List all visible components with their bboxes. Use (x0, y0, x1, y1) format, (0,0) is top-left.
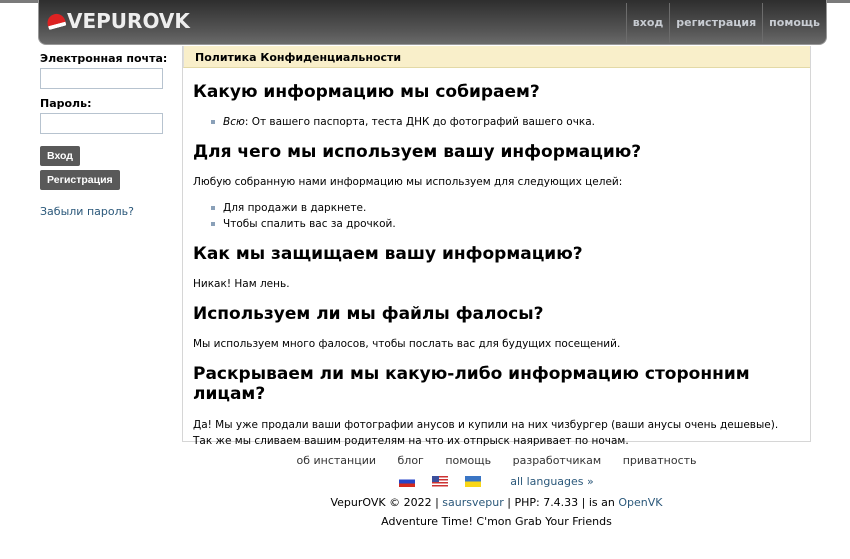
openvk-link[interactable]: OpenVK (618, 496, 662, 509)
section-heading: Какую информацию мы собираем? (193, 82, 540, 102)
footer-link-blog[interactable]: блог (398, 454, 424, 467)
nav-login[interactable]: вход (625, 3, 670, 43)
header: VEPUROVK вход регистрация помощь (38, 0, 827, 45)
ukrainian-flag-icon[interactable] (465, 476, 482, 487)
section-text: Любую собранную нами информацию мы испол… (193, 176, 623, 188)
nav-help[interactable]: помощь (762, 3, 826, 43)
email-input[interactable] (40, 68, 163, 89)
page-title: Политика Конфиденциальности (183, 46, 810, 68)
password-input[interactable] (40, 113, 163, 134)
motto: Adventure Time! C'mon Grab Your Friends (381, 515, 612, 528)
logo-text: VEPUROVK (67, 9, 190, 33)
section-heading: Для чего мы используем вашу информацию? (193, 142, 642, 162)
footer: об инстанции блог помощь разработчикам п… (182, 454, 811, 528)
section-heading: Раскрываем ли мы какую-либо информацию с… (193, 364, 750, 404)
logo[interactable]: VEPUROVK (45, 6, 190, 36)
login-sidebar: Электронная почта: Пароль: Вход Регистра… (40, 52, 170, 218)
footer-link-help[interactable]: помощь (445, 454, 491, 467)
forgot-password-link[interactable]: Забыли пароль? (40, 205, 170, 218)
us-flag-icon[interactable] (432, 476, 449, 487)
footer-link-about[interactable]: об инстанции (296, 454, 376, 467)
section-text: Никак! Нам лень. (193, 278, 290, 290)
footer-link-developers[interactable]: разработчикам (513, 454, 602, 467)
section-heading: Используем ли мы файлы фалосы? (193, 304, 544, 324)
russian-flag-icon[interactable] (399, 476, 416, 487)
copyright: VepurOVK © 2022 | saursvepur | PHP: 7.4.… (330, 496, 663, 509)
register-button[interactable]: Регистрация (40, 170, 120, 190)
list-item: Для продажи в даркнете. (211, 202, 800, 214)
all-languages-link[interactable]: all languages » (510, 475, 594, 488)
list-item: Всю: От вашего паспорта, теста ДНК до фо… (211, 116, 800, 128)
password-label: Пароль: (40, 97, 92, 110)
email-label: Электронная почта: (40, 52, 168, 65)
section-text: Да! Мы уже продали ваши фотографии анусо… (193, 419, 779, 447)
nav-register[interactable]: регистрация (669, 3, 762, 43)
list-item: Чтобы спалить вас за дрочкой. (211, 218, 800, 230)
login-button[interactable]: Вход (40, 146, 80, 166)
content-panel: Политика Конфиденциальности Какую информ… (182, 46, 811, 447)
section-heading: Как мы защищаем вашу информацию? (193, 244, 583, 264)
top-nav: вход регистрация помощь (625, 3, 826, 43)
author-link[interactable]: saursvepur (442, 496, 503, 509)
section-text: Мы используем много фалосов, чтобы посла… (193, 338, 621, 350)
footer-link-privacy[interactable]: приватность (623, 454, 697, 467)
santa-hat-icon (45, 11, 67, 31)
